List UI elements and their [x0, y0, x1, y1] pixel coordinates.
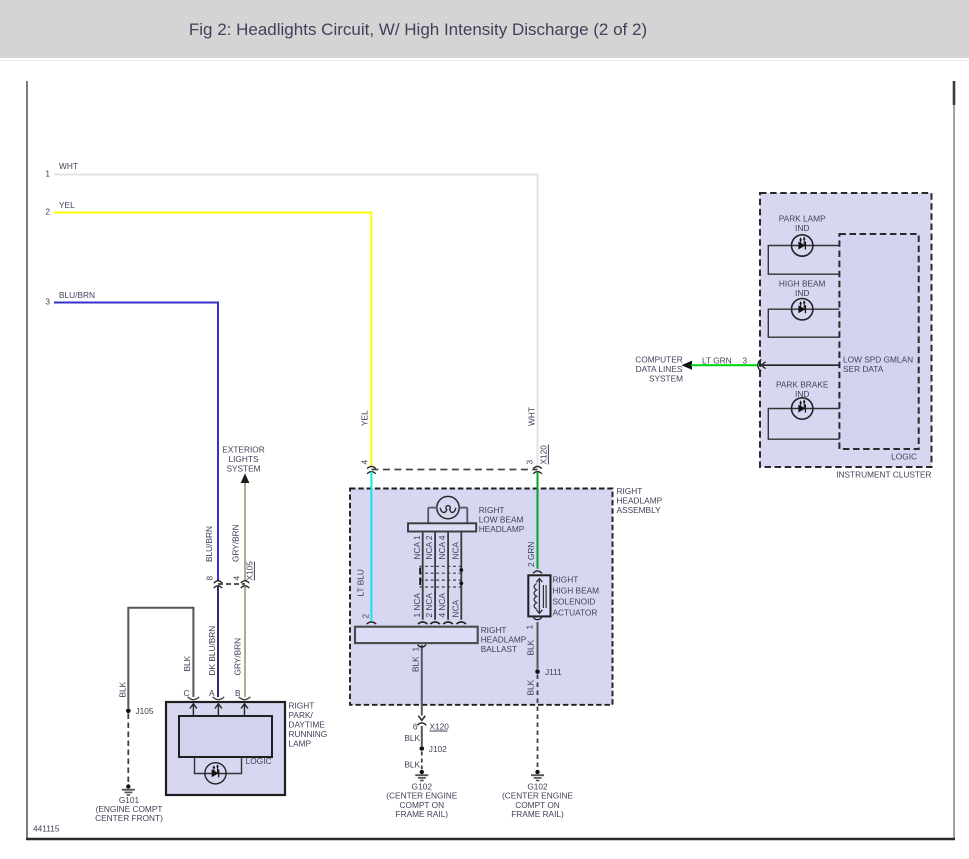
svg-text:WHT: WHT — [59, 161, 78, 171]
svg-text:SOLENOID: SOLENOID — [553, 597, 596, 607]
svg-text:PARK LAMP: PARK LAMP — [779, 213, 826, 223]
svg-text:NCA 4: NCA 4 — [437, 535, 447, 559]
svg-text:SER DATA: SER DATA — [843, 364, 884, 374]
svg-text:PARK BRAKE: PARK BRAKE — [776, 379, 829, 389]
svg-text:BLK: BLK — [410, 656, 420, 672]
svg-text:X105: X105 — [245, 561, 255, 581]
svg-text:8: 8 — [205, 576, 215, 581]
svg-text:FRAME RAIL): FRAME RAIL) — [511, 809, 564, 819]
svg-text:SYSTEM: SYSTEM — [226, 464, 260, 474]
svg-text:RIGHT: RIGHT — [479, 505, 505, 515]
svg-text:1 NCA: 1 NCA — [412, 593, 422, 618]
svg-text:DAYTIME: DAYTIME — [289, 720, 326, 730]
svg-text:RIGHT: RIGHT — [481, 625, 507, 635]
svg-text:RIGHT: RIGHT — [617, 486, 643, 496]
svg-text:NCA: NCA — [450, 600, 460, 618]
svg-text:NCA 1: NCA 1 — [412, 535, 422, 559]
svg-text:B: B — [235, 688, 241, 698]
svg-text:HIGH BEAM: HIGH BEAM — [553, 586, 600, 596]
svg-text:FRAME RAIL): FRAME RAIL) — [396, 809, 449, 819]
svg-text:3: 3 — [524, 460, 534, 465]
svg-text:BLU/BRN: BLU/BRN — [204, 526, 214, 562]
svg-text:LIGHTS: LIGHTS — [229, 454, 259, 464]
svg-text:DK BLU/BRN: DK BLU/BRN — [207, 626, 217, 676]
svg-text:BLK: BLK — [404, 733, 420, 743]
svg-text:J111: J111 — [545, 667, 562, 677]
svg-text:X120: X120 — [539, 445, 549, 465]
svg-text:DATA LINES: DATA LINES — [636, 364, 683, 374]
svg-text:HEADLAMP: HEADLAMP — [481, 635, 527, 645]
svg-text:X120: X120 — [430, 722, 450, 732]
svg-text:IND: IND — [795, 288, 809, 298]
svg-text:BLK: BLK — [526, 639, 536, 655]
svg-text:Fig 2: Headlights Circuit, W/: Fig 2: Headlights Circuit, W/ High Inten… — [189, 20, 647, 39]
svg-text:2: 2 — [45, 207, 50, 217]
svg-text:4 NCA: 4 NCA — [437, 593, 447, 618]
svg-text:RIGHT: RIGHT — [553, 575, 579, 585]
svg-text:NCA 2: NCA 2 — [424, 535, 434, 559]
svg-text:LAMP: LAMP — [289, 739, 312, 749]
svg-text:1: 1 — [525, 625, 535, 630]
svg-text:3: 3 — [743, 356, 748, 366]
svg-text:6: 6 — [413, 722, 418, 732]
svg-text:3: 3 — [45, 297, 50, 307]
svg-text:CENTER FRONT): CENTER FRONT) — [95, 813, 163, 823]
svg-text:PARK/: PARK/ — [289, 710, 314, 720]
svg-text:NCA: NCA — [450, 542, 460, 560]
svg-text:J105: J105 — [136, 706, 154, 716]
svg-text:1: 1 — [410, 647, 420, 652]
svg-text:BALLAST: BALLAST — [481, 644, 517, 654]
svg-text:RUNNING: RUNNING — [289, 729, 328, 739]
svg-text:A: A — [209, 688, 215, 698]
svg-text:EXTERIOR: EXTERIOR — [222, 445, 264, 455]
svg-text:LOW BEAM: LOW BEAM — [479, 515, 524, 525]
svg-text:BLK: BLK — [526, 679, 536, 695]
svg-text:4: 4 — [231, 576, 241, 581]
svg-text:2 GRN: 2 GRN — [526, 542, 536, 567]
svg-text:INSTRUMENT CLUSTER: INSTRUMENT CLUSTER — [836, 470, 931, 480]
svg-text:WHT: WHT — [527, 407, 537, 426]
svg-text:1: 1 — [45, 169, 50, 179]
svg-text:441115: 441115 — [33, 824, 60, 834]
svg-text:BLK: BLK — [117, 681, 127, 697]
svg-text:LT GRN: LT GRN — [702, 356, 732, 366]
svg-text:ASSEMBLY: ASSEMBLY — [617, 505, 662, 515]
svg-text:C: C — [184, 688, 190, 698]
svg-text:BLK: BLK — [404, 760, 420, 770]
svg-text:LT BLU: LT BLU — [355, 569, 365, 596]
svg-text:YEL: YEL — [59, 200, 75, 210]
svg-text:BLK: BLK — [182, 655, 192, 671]
svg-text:GRY/BRN: GRY/BRN — [232, 638, 242, 676]
svg-text:LOW SPD GMLAN: LOW SPD GMLAN — [843, 355, 913, 365]
svg-text:2: 2 — [360, 614, 370, 619]
svg-text:2 NCA: 2 NCA — [424, 593, 434, 618]
svg-text:YEL: YEL — [359, 410, 369, 426]
svg-text:J102: J102 — [429, 744, 447, 754]
svg-text:SYSTEM: SYSTEM — [649, 374, 683, 384]
svg-text:HEADLAMP: HEADLAMP — [617, 496, 663, 506]
svg-text:IND: IND — [795, 223, 809, 233]
svg-text:HEADLAMP: HEADLAMP — [479, 524, 525, 534]
svg-text:GRY/BRN: GRY/BRN — [231, 524, 241, 562]
svg-text:HIGH BEAM: HIGH BEAM — [779, 278, 826, 288]
svg-text:BLU/BRN: BLU/BRN — [59, 290, 95, 300]
svg-text:4: 4 — [359, 460, 369, 465]
svg-text:RIGHT: RIGHT — [289, 701, 315, 711]
svg-text:LOGIC: LOGIC — [246, 756, 272, 766]
svg-text:ACTUATOR: ACTUATOR — [553, 608, 598, 618]
svg-text:COMPUTER: COMPUTER — [635, 355, 682, 365]
svg-text:LOGIC: LOGIC — [891, 452, 917, 462]
